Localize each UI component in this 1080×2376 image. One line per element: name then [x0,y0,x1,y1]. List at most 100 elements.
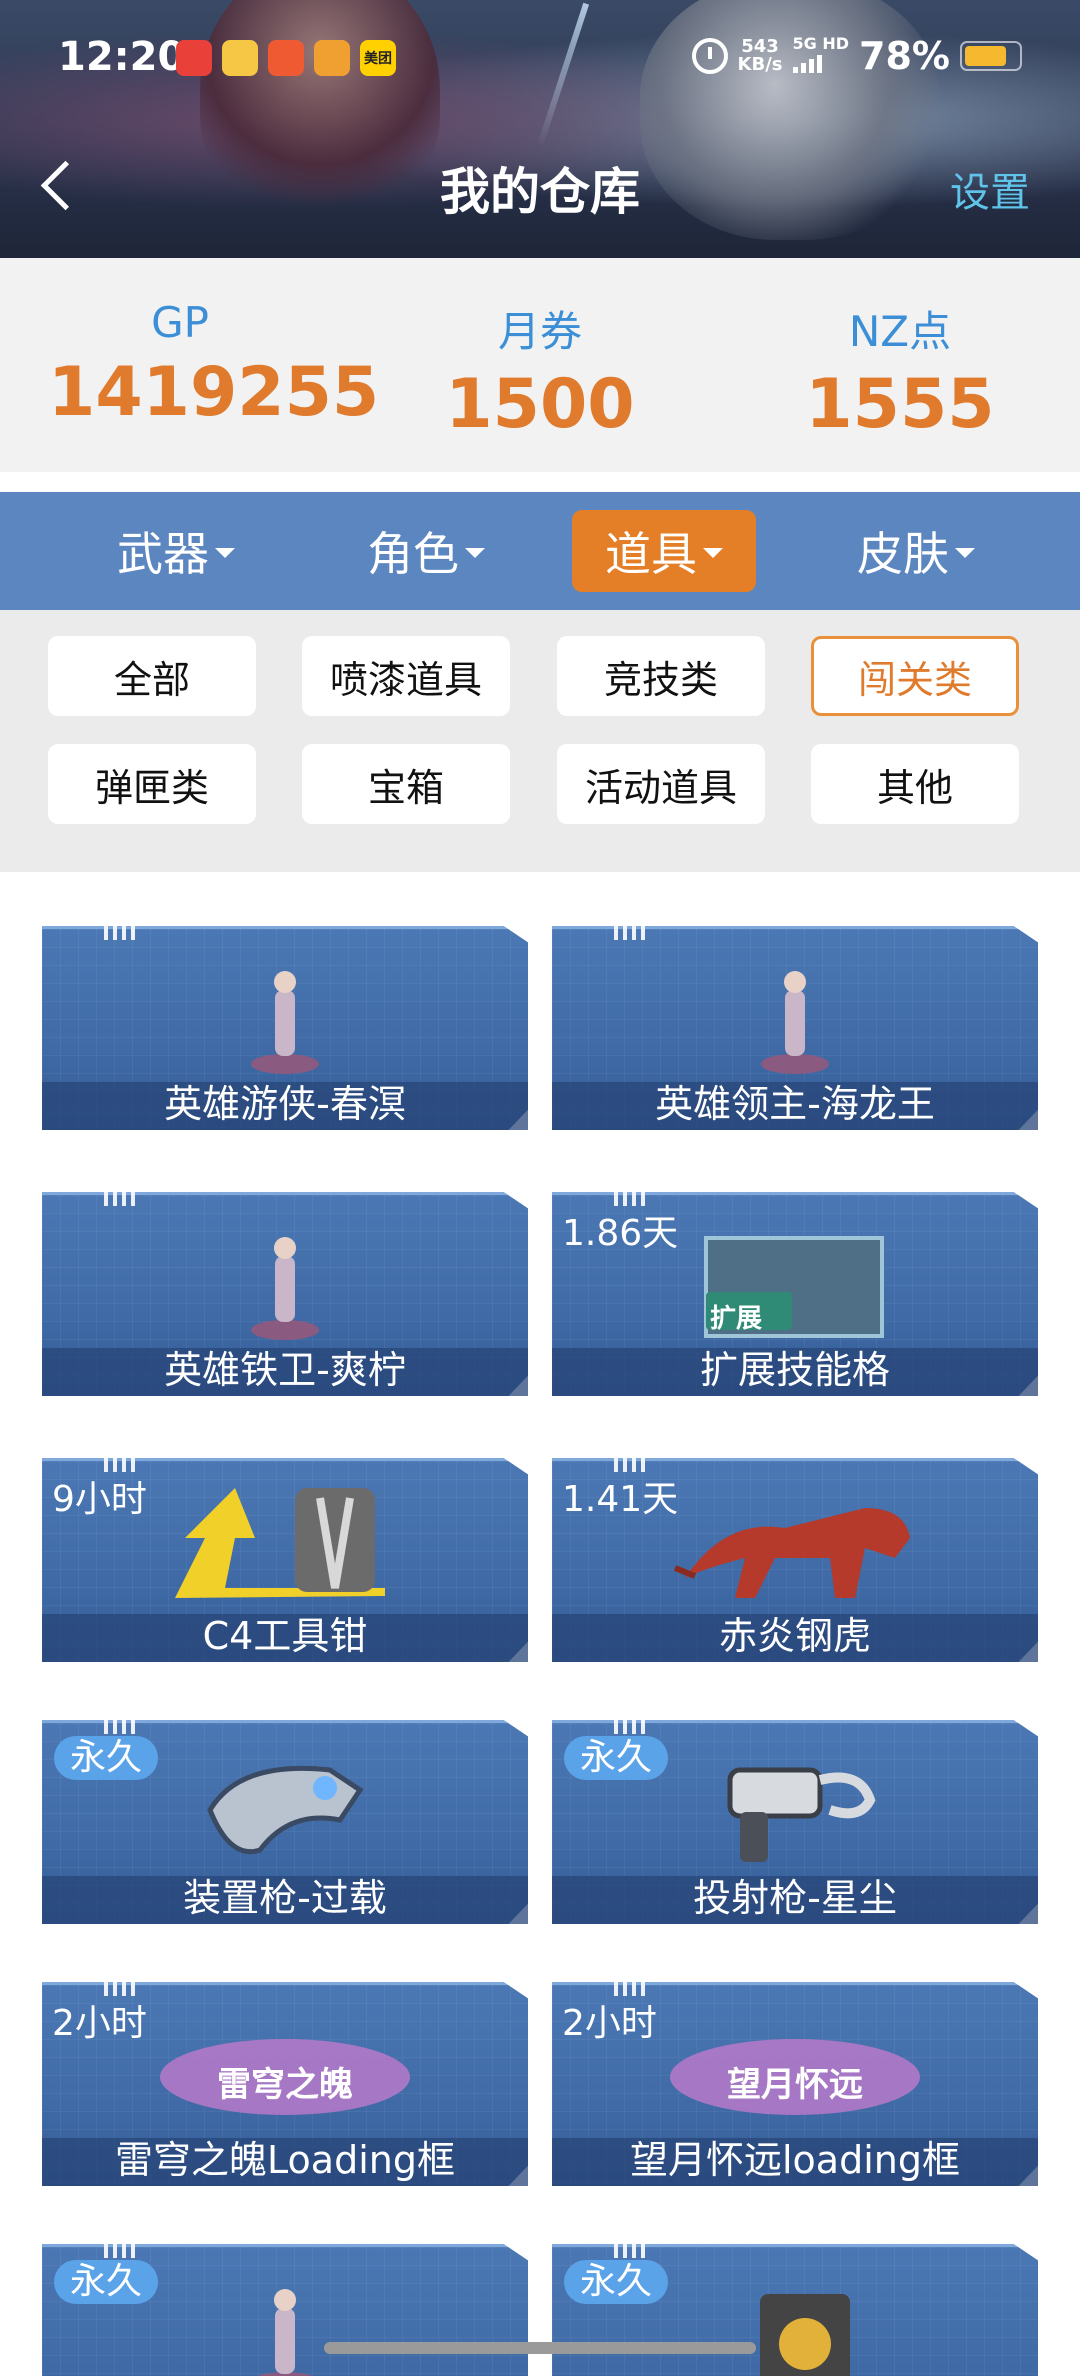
currency-label: GP [151,298,209,347]
filter-chip-spray[interactable]: 喷漆道具 [302,636,510,716]
loading-frame-icon: 望月怀远 [665,2022,925,2136]
item-card[interactable]: 赤炎钢虎 1.41天 [552,1458,1038,1662]
hero-figure-icon [245,2284,325,2376]
item-duration-badge: 1.86天 [562,1213,679,1254]
filter-chips: 全部 喷漆道具 竞技类 闯关类 弹匣类 宝箱 活动道具 其他 [0,610,1080,872]
hero-figure-icon [245,966,325,1080]
app-root: 12:20 美团 543 KB/s 5G HD 78% 我的仓库 设置 GP 1… [0,0,1080,2376]
currency-summary: GP 1419255 月券 1500 NZ点 1555 [0,258,1080,472]
network-speed: 543 KB/s [738,38,783,74]
notification-app-icon [176,40,212,76]
item-card[interactable]: 永久 [552,2244,1038,2376]
card-notch-decoration [614,2244,650,2258]
skill-slot-icon: 扩展 [700,1232,890,1346]
status-indicators: 543 KB/s 5G HD 78% [691,34,1022,78]
currency-monthly-coupon: 月券 1500 [420,298,660,444]
battery-icon [960,41,1022,71]
tiger-icon [665,1478,925,1612]
chest-icon [720,2284,870,2376]
currency-value: 1419255 [48,353,380,432]
item-card[interactable]: 装置枪-过载 永久 [42,1720,528,1924]
item-card[interactable]: 英雄铁卫-爽柠 [42,1192,528,1396]
signal-label: 5G HD [792,34,850,53]
filter-chip-event[interactable]: 活动道具 [557,744,765,824]
filter-chip-all[interactable]: 全部 [48,636,256,716]
filter-chip-competitive[interactable]: 竞技类 [557,636,765,716]
notification-app-icon [268,40,304,76]
item-name: 英雄游侠-春溟 [164,1082,406,1126]
card-notch-decoration [614,926,650,940]
item-name: 投射枪-星尘 [693,1876,897,1920]
filter-chip-stage[interactable]: 闯关类 [811,636,1019,716]
item-name: C4工具钳 [202,1614,368,1658]
tab-label: 武器 [117,527,209,581]
item-art-label: 扩展 [710,1304,763,1334]
item-duration-badge: 永久 [54,1736,159,1780]
loading-frame-icon: 雷穹之魄 [155,2022,415,2136]
caret-down-icon [465,548,485,558]
currency-nz-points: NZ点 1555 [780,298,1020,444]
card-notch-decoration [104,2244,140,2258]
alarm-icon [691,38,728,74]
item-name: 扩展技能格 [699,1348,890,1392]
pliers-icon [155,1478,415,1612]
item-card[interactable]: C4工具钳 9小时 [42,1458,528,1662]
item-duration-badge: 1.41天 [562,1479,679,1520]
status-app-icons: 美团 [176,40,396,76]
item-card[interactable]: 雷穹之魄雷穹之魄Loading框 2小时 [42,1982,528,2186]
item-art-label: 雷穹之魄 [217,2065,353,2105]
tab-characters[interactable]: 角色 [334,510,518,592]
tab-items[interactable]: 道具 [572,510,756,592]
projector-gun-icon [710,1750,880,1874]
filter-chip-other[interactable]: 其他 [811,744,1019,824]
item-duration-badge: 永久 [564,1736,669,1780]
item-card[interactable]: 英雄游侠-春溟 [42,926,528,1130]
home-indicator[interactable] [324,2342,756,2354]
card-notch-decoration [104,1192,140,1206]
caret-down-icon [955,548,975,558]
device-gun-icon [200,1750,370,1874]
item-name: 望月怀远loading框 [630,2138,960,2182]
meituan-icon: 美团 [360,40,396,76]
item-card[interactable]: 扩展扩展技能格 1.86天 [552,1192,1038,1396]
item-duration-badge: 2小时 [562,2003,657,2044]
item-name: 赤炎钢虎 [718,1614,871,1658]
signal-bars-icon [792,53,822,73]
notification-app-icon [314,40,350,76]
tab-label: 道具 [605,527,697,581]
currency-label: NZ点 [848,307,952,356]
tab-label: 角色 [367,527,459,581]
item-card[interactable]: 英雄领主-海龙王 [552,926,1038,1130]
item-name: 雷穹之魄Loading框 [115,2138,455,2182]
tab-weapons[interactable]: 武器 [84,510,268,592]
notification-app-icon [222,40,258,76]
page-title: 我的仓库 [440,163,640,221]
header-banner: 12:20 美团 543 KB/s 5G HD 78% 我的仓库 设置 [0,0,1080,258]
hero-figure-icon [755,966,835,1080]
card-notch-decoration [104,926,140,940]
item-duration-badge: 9小时 [52,1479,147,1520]
caret-down-icon [703,548,723,558]
currency-gp: GP 1419255 [48,298,380,432]
item-card[interactable]: 永久 [42,2244,528,2376]
status-bar: 12:20 美团 543 KB/s 5G HD 78% [0,0,1080,120]
item-duration-badge: 永久 [54,2260,159,2304]
battery-percentage: 78% [859,34,950,78]
caret-down-icon [215,548,235,558]
filter-chip-chest[interactable]: 宝箱 [302,744,510,824]
settings-button[interactable]: 设置 [950,160,1030,218]
filter-chip-magazine[interactable]: 弹匣类 [48,744,256,824]
item-card[interactable]: 望月怀远望月怀远loading框 2小时 [552,1982,1038,2186]
item-name: 英雄铁卫-爽柠 [164,1348,406,1392]
tab-label: 皮肤 [857,527,949,581]
tab-skins[interactable]: 皮肤 [824,510,1008,592]
status-time: 12:20 [58,34,186,80]
item-art-label: 望月怀远 [727,2065,863,2105]
item-name: 英雄领主-海龙王 [655,1082,935,1126]
network-speed-unit: KB/s [737,54,783,75]
signal-indicator: 5G HD [792,34,850,77]
card-notch-decoration [614,1720,650,1734]
item-duration-badge: 2小时 [52,2003,147,2044]
item-card[interactable]: 投射枪-星尘 永久 [552,1720,1038,1924]
currency-label: 月券 [497,307,582,356]
